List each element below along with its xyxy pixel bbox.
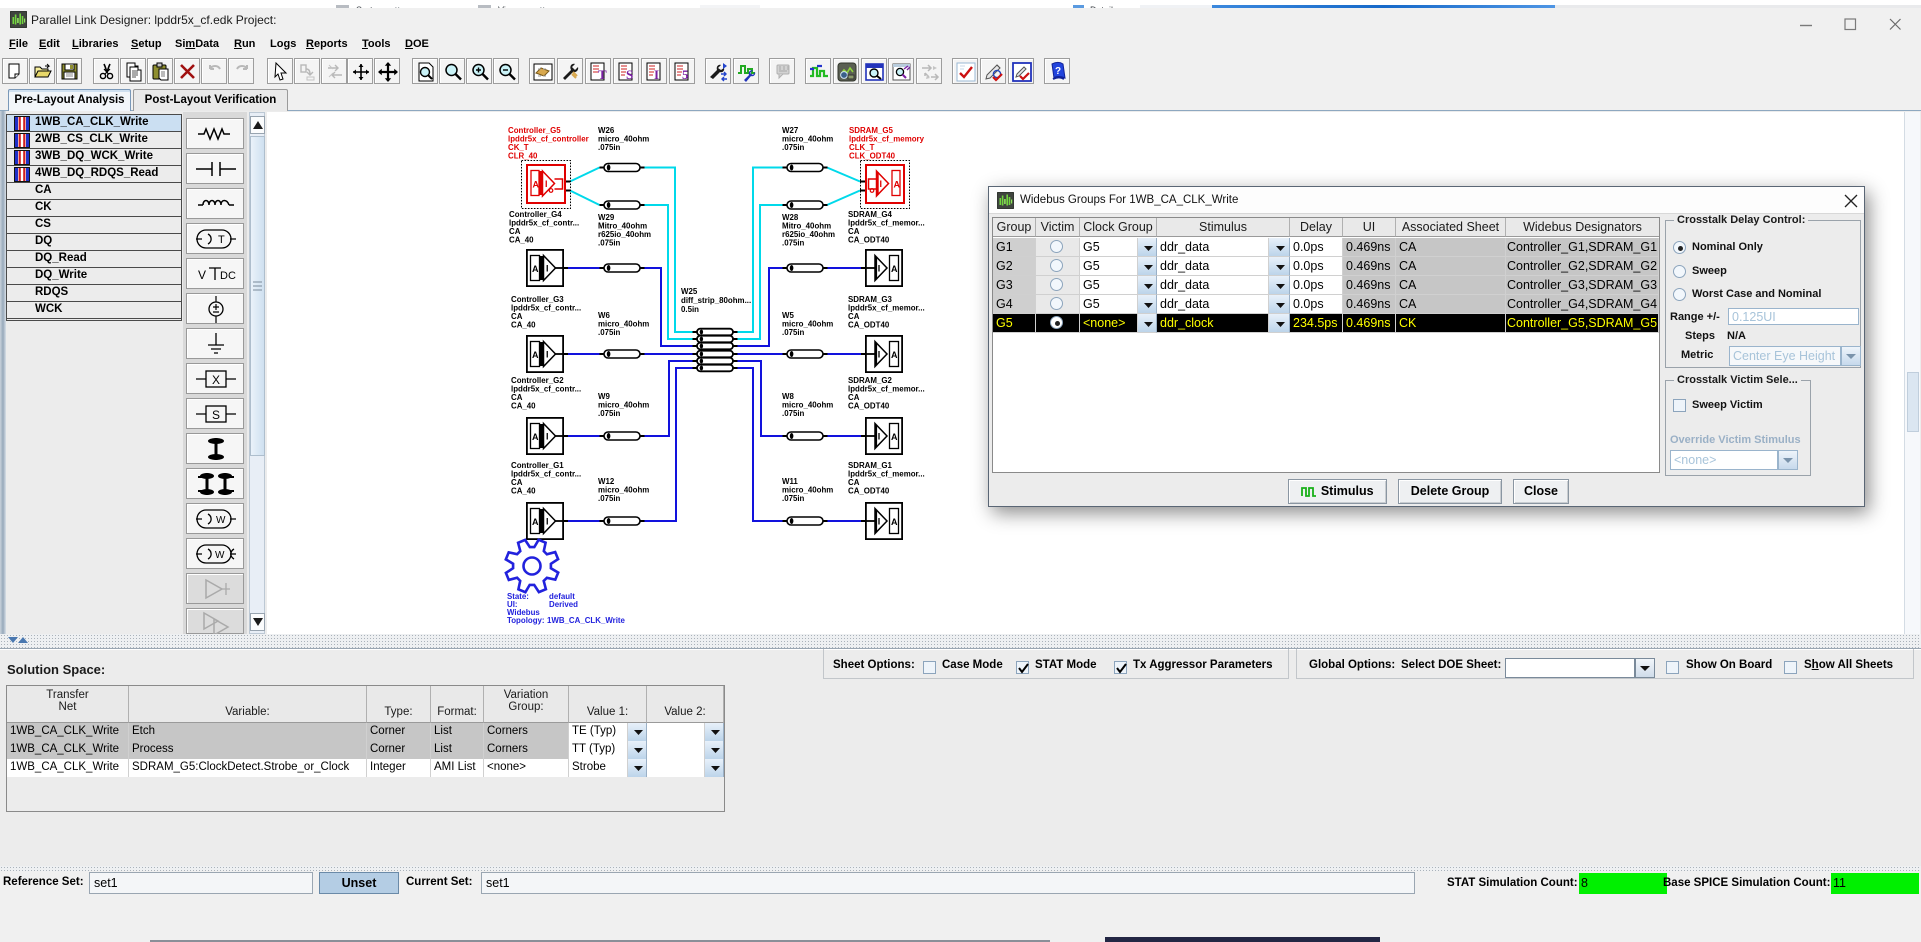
svg-text:CA_40: CA_40 — [511, 402, 536, 411]
svg-text:.075in: .075in — [598, 143, 621, 152]
svg-text:CA_ODT40: CA_ODT40 — [848, 487, 890, 496]
svg-text:diff_strip_80ohm...: diff_strip_80ohm... — [681, 296, 751, 305]
svg-text:.075in: .075in — [598, 409, 621, 418]
svg-text:I: I — [545, 179, 548, 189]
svg-text:.075in: .075in — [598, 494, 621, 503]
svg-text:CA_ODT40: CA_ODT40 — [848, 236, 890, 245]
svg-text:Derived: Derived — [549, 600, 578, 609]
svg-text:W25: W25 — [681, 287, 698, 296]
svg-text:X: X — [212, 373, 220, 387]
svg-text:A: A — [894, 180, 901, 190]
svg-text:I: I — [880, 179, 883, 189]
svg-text:1WB_CA_CLK_Write: 1WB_CA_CLK_Write — [547, 616, 626, 625]
svg-text:.075in: .075in — [782, 143, 805, 152]
svg-text:?: ? — [1055, 66, 1061, 77]
svg-text:S: S — [212, 408, 220, 422]
svg-text:W: W — [216, 515, 226, 526]
svg-text:W: W — [215, 550, 225, 561]
svg-text:CLR_40: CLR_40 — [508, 152, 538, 161]
svg-text:lpddr5x_cf_memor...: lpddr5x_cf_memor... — [848, 385, 925, 394]
svg-text:T: T — [598, 67, 607, 82]
svg-text:DC: DC — [220, 270, 236, 282]
svg-text:lpddr5x_cf_memor...: lpddr5x_cf_memor... — [848, 219, 925, 228]
svg-text:lpddr5x_cf_memor...: lpddr5x_cf_memor... — [848, 470, 925, 479]
svg-text:T: T — [218, 234, 225, 246]
svg-text:.075in: .075in — [782, 494, 805, 503]
svg-text:A: A — [533, 180, 540, 190]
svg-text:0.5in: 0.5in — [681, 305, 699, 314]
svg-text:CA_ODT40: CA_ODT40 — [848, 321, 890, 330]
svg-text:CA_40: CA_40 — [509, 236, 534, 245]
svg-text:.075in: .075in — [598, 239, 621, 248]
svg-text:V: V — [198, 268, 206, 282]
svg-text:CA_40: CA_40 — [511, 321, 536, 330]
svg-text:CA_ODT40: CA_ODT40 — [848, 402, 890, 411]
svg-text:I: I — [654, 67, 659, 82]
svg-text:Topology:: Topology: — [507, 616, 545, 625]
svg-text:.075in: .075in — [782, 409, 805, 418]
svg-text:CA_40: CA_40 — [511, 487, 536, 496]
svg-text:CLK_ODT40: CLK_ODT40 — [849, 152, 896, 161]
svg-text:lpddr5x_cf_memor...: lpddr5x_cf_memor... — [848, 304, 925, 313]
svg-text:5: 5 — [682, 67, 689, 82]
svg-text:.075in: .075in — [598, 328, 621, 337]
svg-text:.075in: .075in — [782, 328, 805, 337]
svg-text:S: S — [626, 67, 633, 82]
svg-text:.075in: .075in — [782, 239, 805, 248]
